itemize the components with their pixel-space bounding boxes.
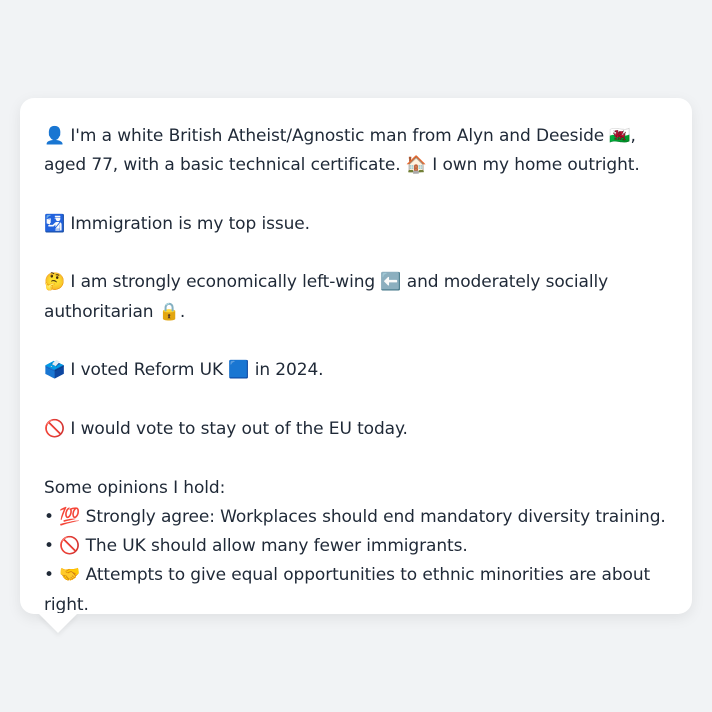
intro-paragraph: 👤 I'm a white British Atheist/Agnostic m… <box>44 122 672 181</box>
vote-text-b: in 2024. <box>249 360 324 381</box>
house-icon: 🏠 <box>405 155 427 176</box>
opinion-text: Strongly agree: Workplaces should end ma… <box>80 506 666 527</box>
prohibited-icon: 🚫 <box>44 418 66 439</box>
handshake-icon: 🤝 <box>59 565 81 586</box>
intro-text-a: I'm a white British Atheist/Agnostic man… <box>65 126 610 146</box>
eu-paragraph: 🚫 I would vote to stay out of the EU tod… <box>44 415 672 444</box>
prohibited-icon: 🚫 <box>59 536 81 557</box>
ideology-paragraph: 🤔 I am strongly economically left-wing ⬅… <box>44 268 672 327</box>
intro-text-c: I own my home outright. <box>426 155 640 176</box>
issue-text: Immigration is my top issue. <box>65 213 310 234</box>
opinion-item: • 🚫 The UK should allow many fewer immig… <box>44 532 672 561</box>
bullet: • <box>44 565 54 586</box>
hundred-points-icon: 💯 <box>59 506 81 527</box>
left-arrow-icon: ⬅️ <box>380 272 402 293</box>
opinion-item: • 🤝 Attempts to give equal opportunities… <box>44 561 672 620</box>
person-icon: 👤 <box>44 126 66 146</box>
issue-paragraph: 🛂 Immigration is my top issue. <box>44 210 672 239</box>
lock-icon: 🔒 <box>158 301 180 322</box>
speech-bubble-tail <box>38 613 78 633</box>
opinion-item: • 💯 Strongly agree: Workplaces should en… <box>44 503 672 532</box>
opinion-text: Attempts to give equal opportunities to … <box>44 565 651 615</box>
opinion-text: The UK should allow many fewer immigrant… <box>80 536 468 557</box>
ideology-text-a: I am strongly economically left-wing <box>65 272 381 293</box>
opinions-list: • 💯 Strongly agree: Workplaces should en… <box>44 503 672 620</box>
eu-text: I would vote to stay out of the EU today… <box>65 418 408 439</box>
profile-card: 👤 I'm a white British Atheist/Agnostic m… <box>20 98 692 615</box>
vote-paragraph: 🗳️ I voted Reform UK 🟦 in 2024. <box>44 356 672 385</box>
bullet: • <box>44 506 54 527</box>
ballot-box-icon: 🗳️ <box>44 360 66 381</box>
passport-control-icon: 🛂 <box>44 213 66 234</box>
vote-text-a: I voted Reform UK <box>65 360 229 381</box>
bullet: • <box>44 536 54 557</box>
thinking-face-icon: 🤔 <box>44 272 66 293</box>
wales-flag-icon: 🏴󠁧󠁢󠁷󠁬󠁳󠁿 <box>609 126 631 146</box>
ideology-text-c: . <box>179 301 186 322</box>
blue-square-icon: 🟦 <box>228 360 250 381</box>
opinions-heading: Some opinions I hold: <box>44 477 226 498</box>
